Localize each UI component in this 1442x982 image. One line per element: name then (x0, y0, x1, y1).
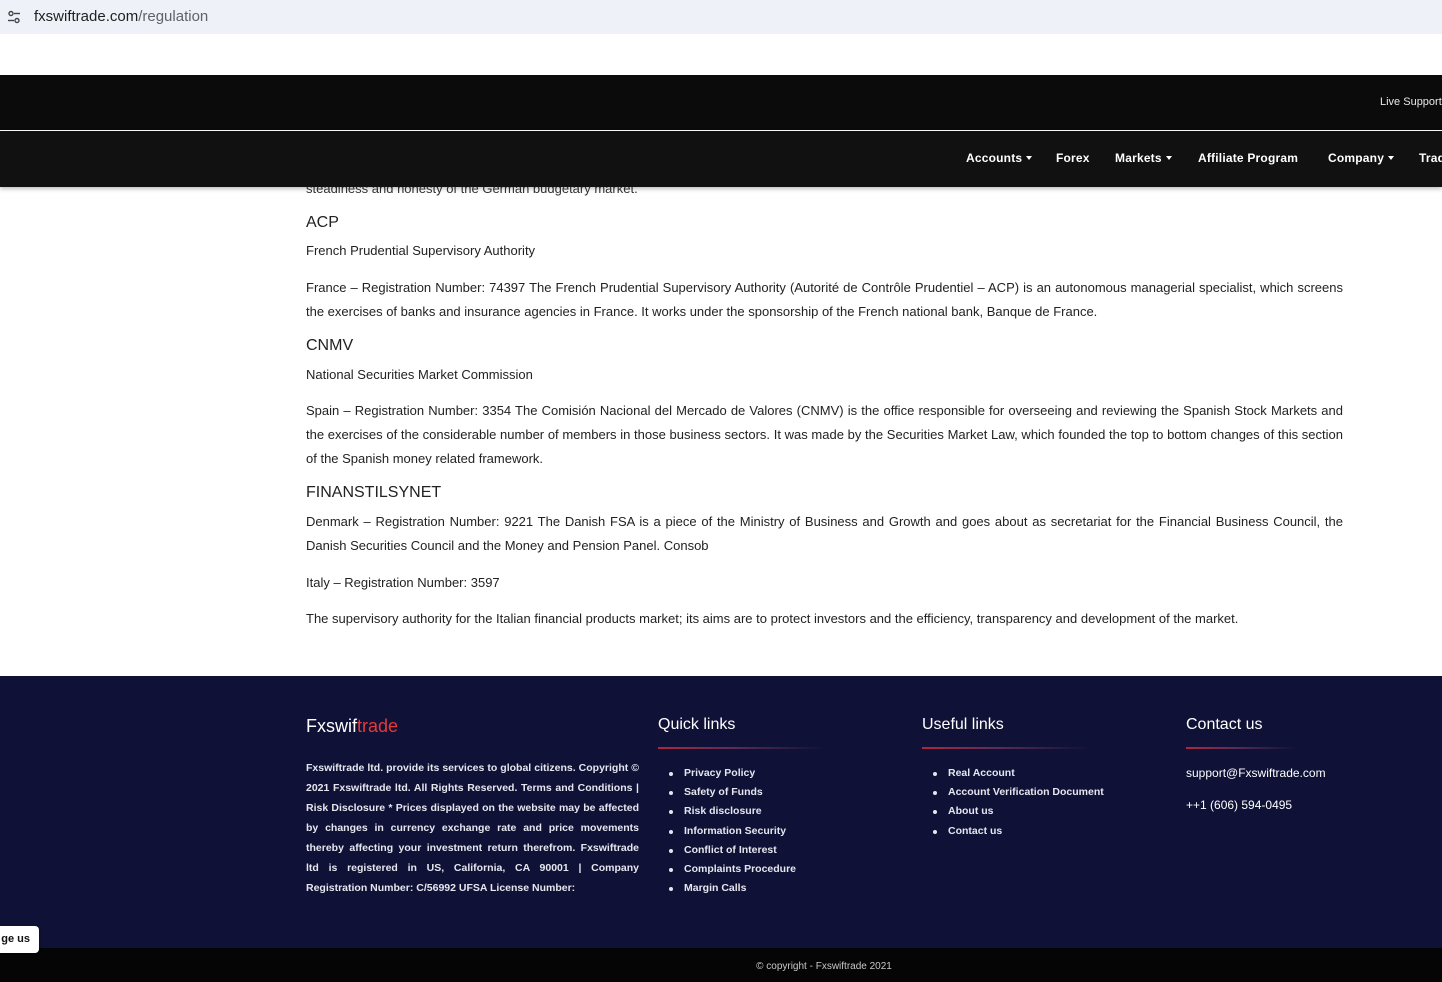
url-domain: fxswiftrade.com (34, 8, 139, 25)
useful-link-account-verification[interactable]: Account Verification Document (922, 783, 1104, 802)
nav-forex[interactable]: Forex (1056, 151, 1090, 165)
caret-down-icon (1165, 155, 1172, 160)
nav-forex-label: Forex (1056, 151, 1090, 165)
finanstilsynet-paragraph: Denmark – Registration Number: 9221 The … (306, 514, 1343, 553)
nav-accounts[interactable]: Accounts (966, 151, 1033, 165)
useful-link-contact-us[interactable]: Contact us (922, 822, 1104, 841)
quick-link-information-security[interactable]: Information Security (658, 822, 796, 841)
quick-links-title: Quick links (658, 716, 736, 733)
quick-link-privacy-policy[interactable]: Privacy Policy (658, 764, 796, 783)
quick-link-complaints-procedure[interactable]: Complaints Procedure (658, 860, 796, 879)
quick-link-margin-calls[interactable]: Margin Calls (658, 879, 796, 898)
url-path: /regulation (138, 8, 209, 25)
contact-us-title: Contact us (1186, 716, 1263, 733)
useful-links-title: Useful links (922, 716, 1004, 733)
nav-company[interactable]: Company (1328, 151, 1395, 165)
italy-supervisory-text: The supervisory authority for the Italia… (306, 611, 1239, 626)
useful-link-about-us[interactable]: About us (922, 802, 1104, 821)
finanstilsynet-heading: FINANSTILSYNET (306, 484, 442, 501)
browser-address-bar: fxswiftrade.com/regulation (0, 0, 1442, 34)
cnmv-heading: CNMV (306, 337, 354, 354)
brand-part-2: trade (357, 716, 399, 736)
copyright-text: © copyright - Fxswiftrade 2021 (756, 961, 892, 972)
nav-affiliate-program[interactable]: Affiliate Program (1198, 151, 1298, 165)
url-field[interactable]: fxswiftrade.com/regulation (34, 8, 208, 25)
contact-phone[interactable]: ++1 (606) 594-0495 (1186, 798, 1292, 812)
footer-brand-logo[interactable]: Fxswiftrade (306, 716, 398, 737)
live-support-link[interactable]: Live Support (1380, 96, 1442, 108)
chat-tab-label: ge us (1, 933, 30, 945)
nav-accounts-label: Accounts (966, 151, 1023, 165)
nav-company-label: Company (1328, 151, 1385, 165)
italy-registration: Italy – Registration Number: 3597 (306, 575, 500, 590)
cnmv-subtitle: National Securities Market Commission (306, 367, 533, 382)
footer-about-text: Fxswiftrade ltd. provide its services to… (306, 762, 639, 894)
nav-affiliate-label: Affiliate Program (1198, 151, 1299, 165)
quick-link-risk-disclosure[interactable]: Risk disclosure (658, 802, 796, 821)
quick-link-conflict-of-interest[interactable]: Conflict of Interest (658, 841, 796, 860)
nav-trading-label: Trad (1419, 151, 1442, 165)
tune-icon[interactable] (7, 10, 21, 24)
top-header-bar (0, 75, 1442, 130)
acp-paragraph: France – Registration Number: 74397 The … (306, 280, 1343, 319)
brand-part-1: Fxswif (306, 716, 357, 736)
useful-links-list: Real Account Account Verification Docume… (922, 764, 1104, 841)
acp-subtitle: French Prudential Supervisory Authority (306, 243, 536, 258)
contact-email[interactable]: support@Fxswiftrade.com (1186, 766, 1326, 780)
useful-link-real-account[interactable]: Real Account (922, 764, 1104, 783)
caret-down-icon (1026, 155, 1033, 160)
caret-down-icon (1388, 155, 1395, 160)
nav-trading[interactable]: Trad (1419, 151, 1442, 165)
quick-links-underline (658, 747, 826, 749)
useful-links-underline (922, 747, 1090, 749)
cnmv-paragraph: Spain – Registration Number: 3354 The Co… (306, 403, 1343, 466)
chat-widget-tab[interactable]: ge us (0, 926, 39, 953)
contact-us-underline (1186, 747, 1296, 749)
nav-markets[interactable]: Markets (1115, 151, 1172, 165)
nav-markets-label: Markets (1115, 151, 1162, 165)
acp-heading: ACP (306, 214, 339, 231)
quick-link-safety-of-funds[interactable]: Safety of Funds (658, 783, 796, 802)
quick-links-list: Privacy Policy Safety of Funds Risk disc… (658, 764, 796, 898)
